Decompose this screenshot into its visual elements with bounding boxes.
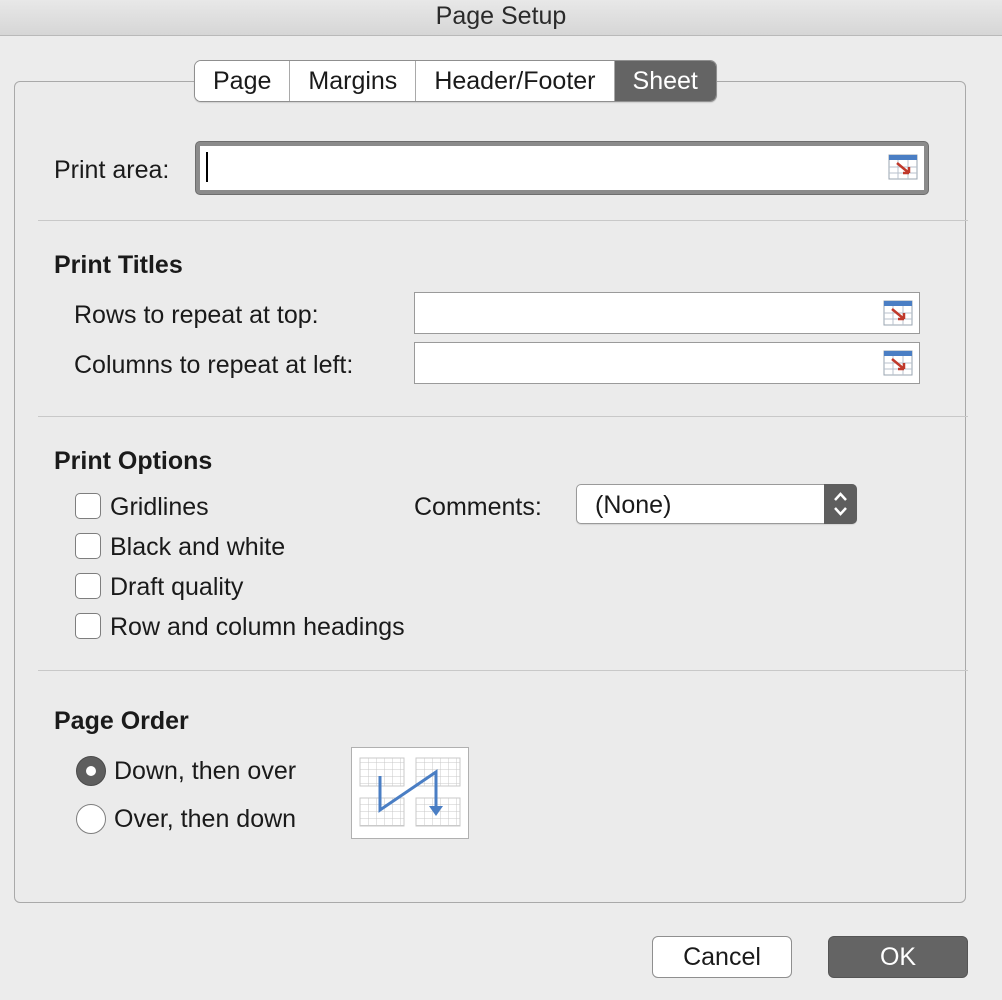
comments-value: (None)	[595, 491, 672, 519]
gridlines-label[interactable]: Gridlines	[110, 492, 209, 522]
gridlines-checkbox[interactable]	[75, 493, 101, 519]
row-column-headings-checkbox[interactable]	[75, 613, 101, 639]
black-white-label[interactable]: Black and white	[110, 532, 285, 562]
over-then-down-radio[interactable]	[76, 804, 106, 834]
columns-repeat-input[interactable]	[414, 342, 920, 384]
tab-header-footer[interactable]: Header/Footer	[416, 61, 615, 101]
rows-repeat-input[interactable]	[414, 292, 920, 334]
tab-sheet[interactable]: Sheet	[614, 61, 716, 101]
down-then-over-label[interactable]: Down, then over	[114, 756, 296, 786]
tab-bar: Page Margins Header/Footer Sheet	[194, 60, 717, 102]
over-then-down-label[interactable]: Over, then down	[114, 804, 296, 834]
range-picker-icon[interactable]	[888, 154, 918, 180]
divider	[38, 220, 968, 221]
columns-repeat-label: Columns to repeat at left:	[74, 351, 354, 379]
print-titles-heading: Print Titles	[54, 251, 183, 279]
page-order-heading: Page Order	[54, 707, 189, 735]
ok-button[interactable]: OK	[828, 936, 968, 978]
page-order-illustration	[351, 747, 469, 839]
divider	[38, 670, 968, 671]
tab-margins[interactable]: Margins	[290, 61, 417, 101]
draft-quality-label[interactable]: Draft quality	[110, 572, 243, 602]
print-options-heading: Print Options	[54, 447, 213, 475]
comments-label: Comments:	[414, 493, 542, 521]
cancel-button[interactable]: Cancel	[652, 936, 792, 978]
range-picker-icon[interactable]	[883, 350, 913, 376]
black-white-checkbox[interactable]	[75, 533, 101, 559]
window-title: Page Setup	[0, 0, 1002, 36]
up-down-chevron-icon	[824, 484, 857, 524]
range-picker-icon[interactable]	[883, 300, 913, 326]
down-then-over-radio[interactable]	[76, 756, 106, 786]
tab-page[interactable]: Page	[195, 61, 291, 101]
rows-repeat-label: Rows to repeat at top:	[74, 301, 319, 329]
row-column-headings-label[interactable]: Row and column headings	[110, 612, 405, 642]
print-area-label: Print area:	[54, 156, 170, 184]
text-caret	[206, 152, 208, 182]
draft-quality-checkbox[interactable]	[75, 573, 101, 599]
divider	[38, 416, 968, 417]
comments-select[interactable]: (None)	[576, 484, 857, 524]
print-area-input[interactable]	[196, 142, 928, 194]
